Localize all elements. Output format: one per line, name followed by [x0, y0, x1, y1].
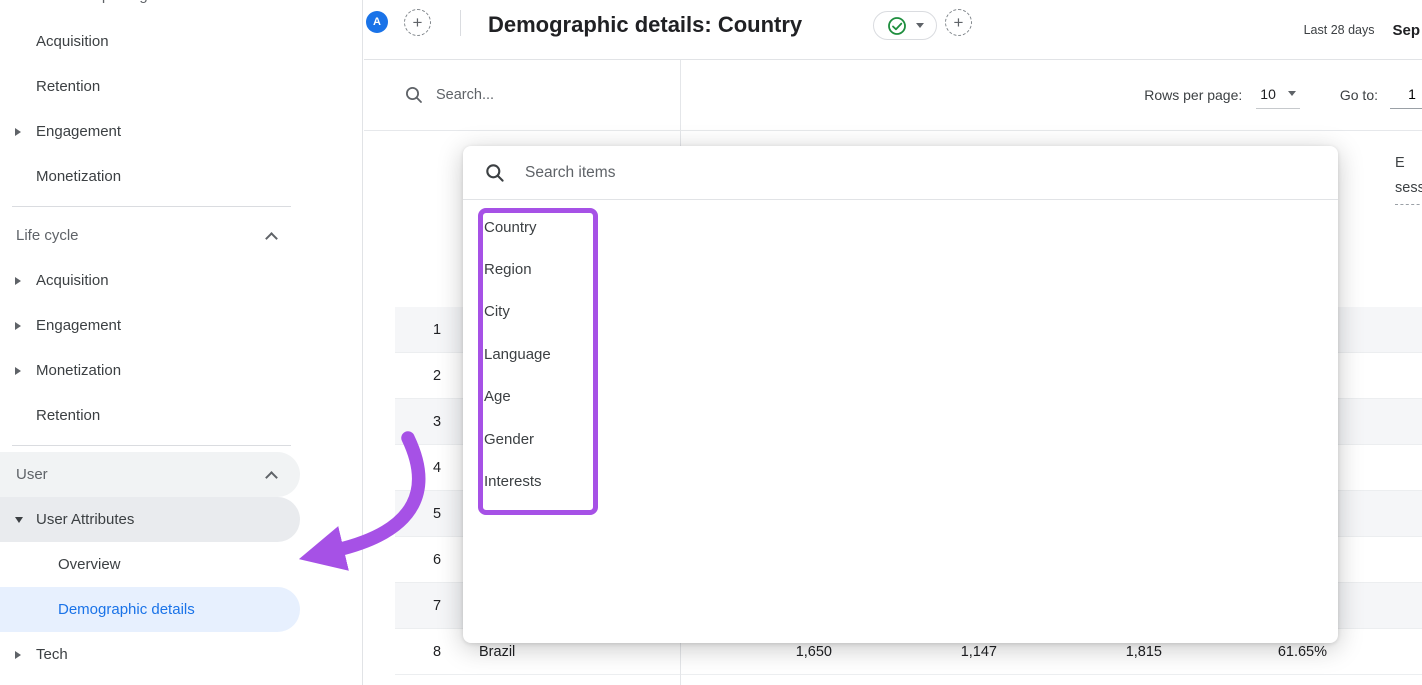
sidebar-item-label: Monetization: [36, 362, 121, 379]
expand-arrow-icon[interactable]: [15, 651, 21, 659]
sidebar-item-label: Acquisition: [36, 272, 109, 289]
search-icon: [405, 86, 423, 104]
sidebar-item-label: Monetization: [36, 168, 121, 185]
sidebar-item-acquisition[interactable]: Acquisition: [0, 19, 362, 64]
metric-value: 1,650: [680, 644, 832, 660]
app-header: A + Demographic details: Country + Last …: [364, 0, 1422, 60]
status-check-icon: [887, 16, 907, 36]
sidebar-item-demographic-details[interactable]: Demographic details: [0, 587, 300, 632]
table-search: [405, 86, 626, 104]
dimension-option-city[interactable]: City: [463, 291, 1338, 333]
sidebar-divider: [12, 445, 291, 446]
sidebar-item-label: Demographic details: [58, 601, 195, 618]
column-header-line2: sess: [1395, 176, 1422, 205]
sidebar-item-games-reporting[interactable]: Games reporting: [36, 0, 148, 4]
collapse-chevron-icon[interactable]: [265, 471, 278, 484]
dimension-option-gender[interactable]: Gender: [463, 418, 1338, 460]
dimension-search-row: [463, 146, 1338, 200]
metric-value: 1,815: [997, 644, 1162, 660]
goto-page-input[interactable]: [1390, 82, 1422, 109]
sidebar-item-tech[interactable]: Tech: [0, 632, 362, 677]
sidebar-item-lifecycle-acquisition[interactable]: Acquisition: [0, 258, 362, 303]
collapse-chevron-icon[interactable]: [265, 232, 278, 245]
rows-per-page-value: 10: [1260, 86, 1276, 102]
collapse-arrow-icon[interactable]: [15, 517, 23, 523]
section-label: Life cycle: [16, 227, 79, 244]
page-title: Demographic details: Country: [488, 12, 802, 38]
report-status-button[interactable]: [873, 11, 937, 40]
date-range-value[interactable]: Sep: [1392, 22, 1420, 39]
screen: { "colors": { "accent_blue": "#1a73e8", …: [0, 0, 1422, 685]
dimension-picker-dialog: Country Region City Language Age Gender …: [463, 146, 1338, 643]
sidebar-item-label: Acquisition: [36, 33, 109, 50]
sidebar-item-label: Overview: [58, 556, 121, 573]
rows-per-page-select[interactable]: 10: [1256, 82, 1300, 109]
metric-value: 61.65%: [1162, 644, 1327, 660]
engaged-sessions-column-header[interactable]: E sess: [1395, 151, 1422, 205]
table-toolbar: Rows per page: 10 Go to:: [364, 60, 1422, 131]
sidebar-item-overview[interactable]: Overview: [0, 542, 362, 587]
metric-value: 1,147: [832, 644, 997, 660]
add-metric-button[interactable]: +: [945, 9, 972, 36]
sidebar-item-engagement[interactable]: Engagement: [0, 109, 362, 154]
sidebar-item-label: Retention: [36, 407, 100, 424]
sidebar-item-label: Retention: [36, 78, 100, 95]
header-divider: [460, 10, 461, 36]
sidebar-item-label: User Attributes: [36, 511, 134, 528]
expand-arrow-icon[interactable]: [15, 322, 21, 330]
section-label: User: [16, 466, 48, 483]
expand-arrow-icon[interactable]: [15, 277, 21, 285]
pagination-controls: Rows per page: 10 Go to:: [1144, 82, 1422, 109]
goto-label: Go to:: [1340, 87, 1378, 103]
dimension-option-language[interactable]: Language: [463, 333, 1338, 375]
dimension-option-list: Country Region City Language Age Gender …: [463, 200, 1338, 503]
dimension-search-input[interactable]: [525, 164, 945, 182]
sidebar-item-lifecycle-retention[interactable]: Retention: [0, 393, 362, 438]
dimension-value: Brazil: [479, 644, 680, 660]
sidebar-item-retention[interactable]: Retention: [0, 64, 362, 109]
date-range-area: Last 28 days Sep: [1304, 0, 1420, 60]
sidebar-section-life-cycle[interactable]: Life cycle: [0, 213, 362, 258]
dropdown-caret-icon: [1288, 91, 1296, 96]
sidebar-item-lifecycle-monetization[interactable]: Monetization: [0, 348, 362, 393]
date-range-label[interactable]: Last 28 days: [1304, 23, 1375, 37]
sidebar-divider: [12, 206, 291, 207]
add-report-button[interactable]: +: [404, 9, 431, 36]
expand-arrow-icon[interactable]: [15, 367, 21, 375]
sidebar-item-lifecycle-engagement[interactable]: Engagement: [0, 303, 362, 348]
column-header-line1: E: [1395, 151, 1422, 176]
rows-per-page-label: Rows per page:: [1144, 87, 1242, 103]
sidebar-item-label: Engagement: [36, 317, 121, 334]
sidebar-item-label: Tech: [36, 646, 68, 663]
sidebar-item-label: Engagement: [36, 123, 121, 140]
search-icon: [485, 163, 505, 183]
expand-arrow-icon[interactable]: [15, 128, 21, 136]
avatar[interactable]: A: [366, 11, 388, 33]
dimension-option-interests[interactable]: Interests: [463, 460, 1338, 502]
sidebar-item-user-attributes[interactable]: User Attributes: [0, 497, 300, 542]
report-nav-sidebar: Games reporting Acquisition Retention En…: [0, 0, 363, 685]
dimension-option-region[interactable]: Region: [463, 248, 1338, 290]
dimension-option-age[interactable]: Age: [463, 376, 1338, 418]
sidebar-item-monetization[interactable]: Monetization: [0, 154, 362, 199]
table-search-input[interactable]: [436, 87, 626, 103]
dropdown-caret-icon: [916, 23, 924, 28]
dimension-option-country[interactable]: Country: [463, 206, 1338, 248]
sidebar-section-user[interactable]: User: [0, 452, 300, 497]
row-number: 8: [395, 644, 479, 660]
